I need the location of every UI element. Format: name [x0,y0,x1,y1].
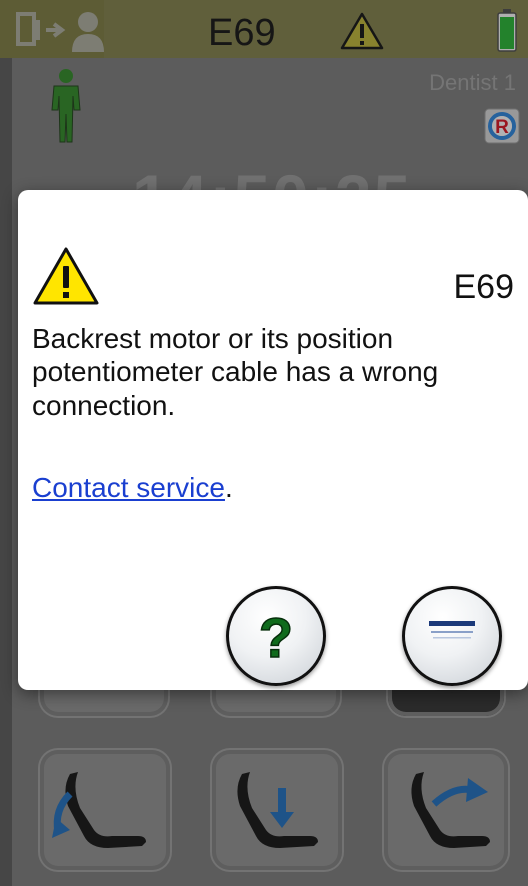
menu-button[interactable] [402,586,502,686]
app-screen: E69 Dentist 1 R 14:50:25 [0,0,528,886]
error-message: Backrest motor or its position potentiom… [32,323,439,421]
contact-service-link[interactable]: Contact service [32,472,225,503]
svg-text:?: ? [259,606,293,669]
contact-line: Contact service. [32,472,233,504]
warning-icon [33,247,99,305]
help-button[interactable]: ? [226,586,326,686]
question-mark-icon: ? [258,605,294,670]
error-dialog: E69 Backrest motor or its position poten… [18,190,528,690]
contact-line-period: . [224,472,233,503]
menu-lines-icon [429,621,475,639]
dialog-error-code: E69 [453,268,515,306]
